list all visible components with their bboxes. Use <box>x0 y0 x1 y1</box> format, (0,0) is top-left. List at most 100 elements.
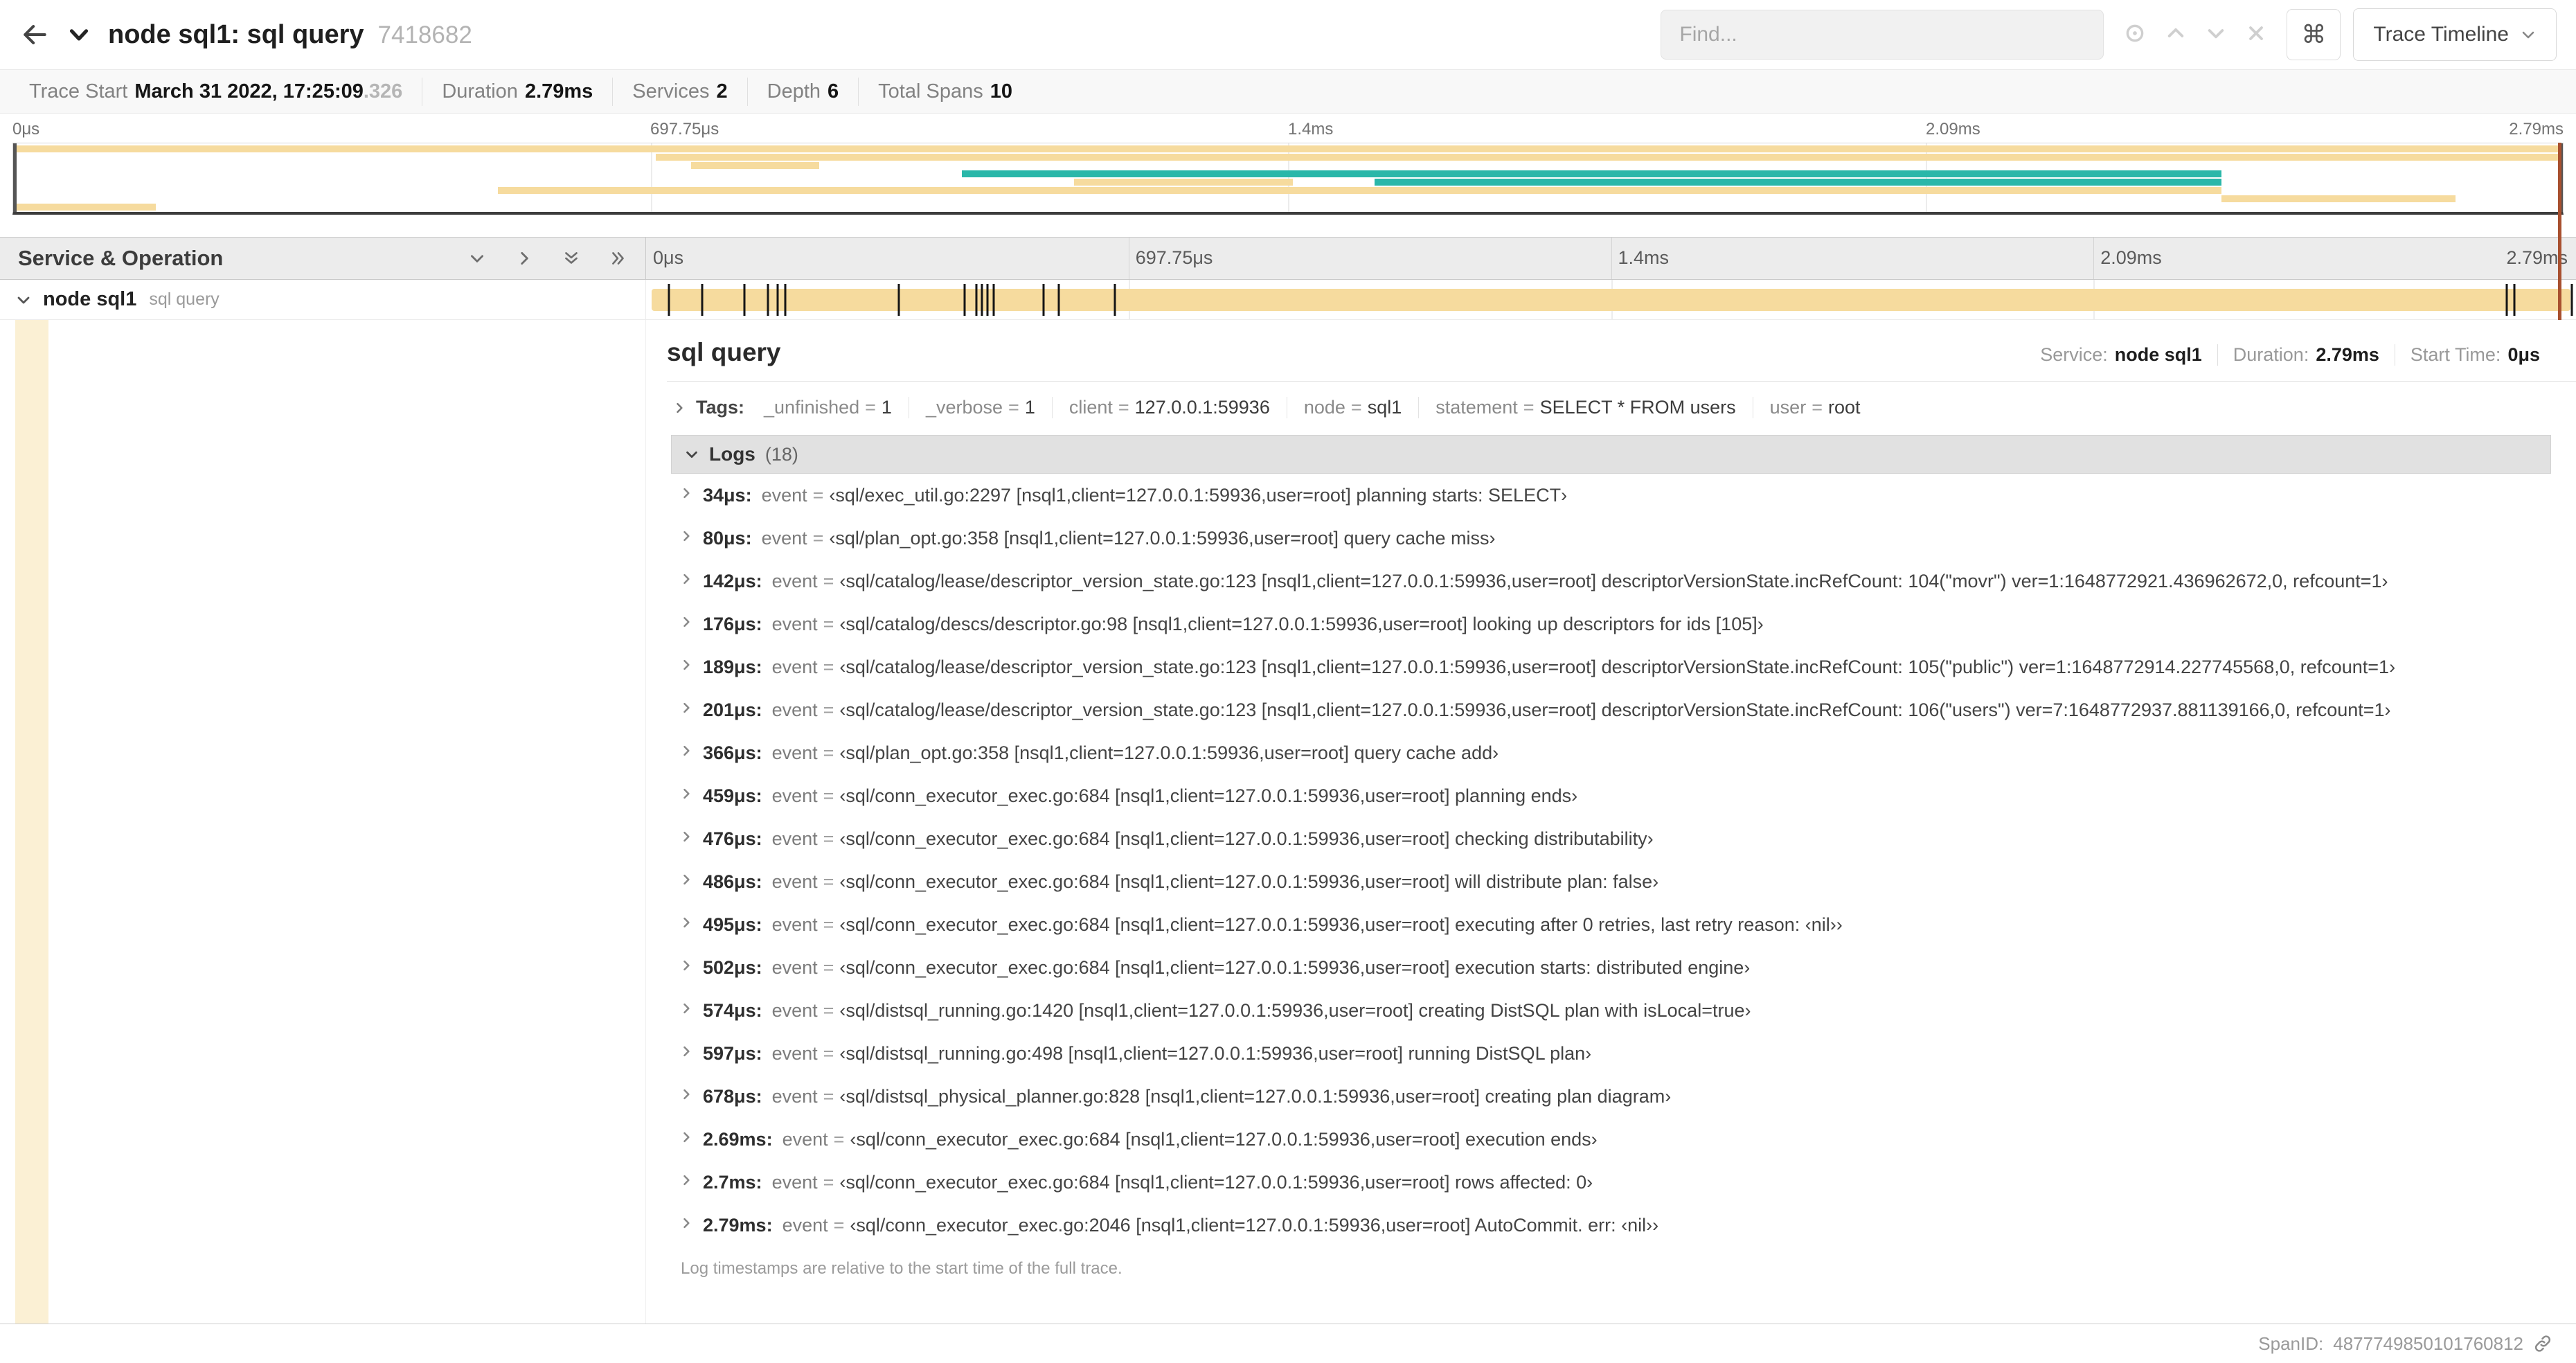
span-row-timeline-cell[interactable] <box>646 280 2576 319</box>
minimap-axis-label: 0μs <box>12 120 40 139</box>
log-field-key: event <box>771 914 818 935</box>
summary-item-value: 10 <box>990 80 1012 103</box>
cursor-guide-line <box>2558 143 2561 320</box>
next-result-icon[interactable] <box>2205 22 2227 48</box>
log-row[interactable]: 678μs: event = ‹sql/distsql_physical_planne… <box>671 1075 2551 1118</box>
chevron-right-icon <box>679 873 693 887</box>
log-field-key: event <box>771 871 818 892</box>
log-row[interactable]: 476μs: event = ‹sql/conn_executor_exec.go:6… <box>671 817 2551 860</box>
logs-footnote: Log timestamps are relative to the start… <box>681 1259 1122 1278</box>
log-equals: = <box>823 742 834 763</box>
log-row[interactable]: 189μs: event = ‹sql/catalog/lease/descripto… <box>671 645 2551 688</box>
chevron-down-icon <box>684 447 699 462</box>
log-timestamp: 486μs: <box>703 871 762 892</box>
double-chevron-down-icon[interactable] <box>562 249 580 267</box>
link-icon[interactable] <box>2533 1334 2552 1353</box>
span-row-name-cell[interactable]: node sql1 sql query <box>0 280 646 319</box>
collapse-expand-controls <box>468 249 627 267</box>
log-marker-tick <box>963 284 966 316</box>
log-timestamp: 2.79ms: <box>703 1215 773 1236</box>
log-equals: = <box>823 571 834 591</box>
view-options-button[interactable]: Trace Timeline <box>2353 8 2557 61</box>
log-field-key: event <box>771 1000 818 1021</box>
chevron-right-icon[interactable] <box>515 249 533 267</box>
tags-row[interactable]: Tags: _unfinished = 1 _verbose = 1 client = 127.… <box>667 382 2576 431</box>
log-timestamp: 80μs: <box>703 528 752 549</box>
log-field-key: event <box>782 1129 828 1150</box>
chevron-right-icon <box>679 486 693 500</box>
top-bar: node sql1: sql query 7418682 ⌘ Trace Tim… <box>0 0 2576 69</box>
log-row[interactable]: 2.7ms: event = ‹sql/conn_executor_exec.go:6… <box>671 1161 2551 1204</box>
back-button[interactable] <box>19 19 50 50</box>
log-equals: = <box>833 1129 845 1150</box>
log-field-value: ‹sql/catalog/lease/descriptor_version_st… <box>839 700 2391 720</box>
log-marker-tick <box>2505 284 2508 316</box>
log-marker-tick <box>1113 284 1116 316</box>
span-detail-meta: Service: node sql1 Duration: 2.79ms Start Ti… <box>2025 344 2576 366</box>
log-text: event = ‹sql/conn_executor_exec.go:684 [ns… <box>772 912 1843 937</box>
ruler-label: 2.09ms <box>2100 247 2162 268</box>
chevron-right-icon <box>679 830 693 844</box>
log-row[interactable]: 142μs: event = ‹sql/catalog/lease/descripto… <box>671 560 2551 603</box>
log-row[interactable]: 34μs: event = ‹sql/exec_util.go:2297 [nsql1… <box>671 474 2551 517</box>
log-row[interactable]: 597μs: event = ‹sql/distsql_running.go:498 … <box>671 1032 2551 1075</box>
chevron-right-icon <box>679 1173 693 1187</box>
prev-result-icon[interactable] <box>2165 22 2187 48</box>
log-text: event = ‹sql/exec_util.go:2297 [nsql1,clie… <box>762 483 1568 508</box>
minimap-canvas[interactable] <box>12 143 2564 215</box>
log-field-value: ‹sql/conn_executor_exec.go:684 [nsql1,cl… <box>839 871 1659 892</box>
summary-item-value: 6 <box>828 80 839 103</box>
log-field-value: ‹sql/conn_executor_exec.go:2046 [nsql1,c… <box>850 1215 1659 1236</box>
minimap-span-bar <box>1375 179 2221 186</box>
log-equals: = <box>823 871 834 892</box>
log-row[interactable]: 176μs: event = ‹sql/catalog/descs/descripto… <box>671 603 2551 645</box>
collapse-trace-header-chevron-icon[interactable] <box>66 22 91 47</box>
clear-search-icon[interactable] <box>2245 22 2267 48</box>
log-field-value: ‹sql/distsql_running.go:1420 [nsql1,clie… <box>839 1000 1751 1021</box>
minimap-span-bar <box>655 154 2563 161</box>
minimap-axis-label: 2.09ms <box>1926 120 1980 139</box>
log-timestamp: 574μs: <box>703 1000 762 1021</box>
span-row[interactable]: node sql1 sql query <box>0 280 2576 320</box>
tag-key: _verbose <box>925 397 1003 418</box>
log-row[interactable]: 495μs: event = ‹sql/conn_executor_exec.go:6… <box>671 903 2551 946</box>
logs-header[interactable]: Logs (18) <box>671 435 2551 474</box>
search-locate-icon[interactable] <box>2123 21 2147 48</box>
log-marker-tick <box>784 284 787 316</box>
log-row[interactable]: 574μs: event = ‹sql/distsql_running.go:1420… <box>671 989 2551 1032</box>
tag-value: SELECT * FROM users <box>1539 397 1736 418</box>
chevron-down-icon[interactable] <box>15 292 32 308</box>
span-meta-label: Service: <box>2040 344 2108 365</box>
find-input[interactable] <box>1661 10 2104 60</box>
keyboard-shortcuts-button[interactable]: ⌘ <box>2287 9 2341 60</box>
log-field-value: ‹sql/catalog/lease/descriptor_version_st… <box>839 571 2388 591</box>
span-duration-bar[interactable] <box>652 289 2570 311</box>
service-operation-label: Service & Operation <box>18 246 224 270</box>
log-field-key: event <box>771 742 818 763</box>
span-meta-label: Duration: <box>2233 344 2309 365</box>
log-field-value: ‹sql/conn_executor_exec.go:684 [nsql1,cl… <box>839 914 1843 935</box>
log-field-key: event <box>771 1086 818 1107</box>
log-row[interactable]: 2.69ms: event = ‹sql/conn_executor_exec.go:… <box>671 1118 2551 1161</box>
log-row[interactable]: 366μs: event = ‹sql/plan_opt.go:358 [nsql1,… <box>671 731 2551 774</box>
log-row[interactable]: 80μs: event = ‹sql/plan_opt.go:358 [nsql1,c… <box>671 517 2551 560</box>
chevron-right-icon <box>679 529 693 543</box>
log-marker-tick <box>2570 284 2573 316</box>
chevron-down-icon[interactable] <box>468 249 486 267</box>
service-operation-header: Service & Operation <box>0 238 646 279</box>
log-row[interactable]: 201μs: event = ‹sql/catalog/lease/descripto… <box>671 688 2551 731</box>
log-row[interactable]: 459μs: event = ‹sql/conn_executor_exec.go:6… <box>671 774 2551 817</box>
log-row[interactable]: 2.79ms: event = ‹sql/conn_executor_exec.go:… <box>671 1204 2551 1247</box>
timeline-header-row: Service & Operation 0μs 697.75μs 1.4ms 2.09… <box>0 237 2576 280</box>
minimap-left-scrubber[interactable] <box>13 143 17 212</box>
span-meta-item: Service: node sql1 <box>2025 344 2217 366</box>
log-equals: = <box>823 828 834 849</box>
summary-item: Depth 6 <box>746 77 859 106</box>
double-chevron-right-icon[interactable] <box>609 249 627 267</box>
log-equals: = <box>823 1000 834 1021</box>
log-row[interactable]: 486μs: event = ‹sql/conn_executor_exec.go:6… <box>671 860 2551 903</box>
log-marker-tick <box>986 284 989 316</box>
chevron-right-icon <box>679 787 693 801</box>
chevron-down-icon <box>2522 31 2534 39</box>
log-row[interactable]: 502μs: event = ‹sql/conn_executor_exec.go:6… <box>671 946 2551 989</box>
